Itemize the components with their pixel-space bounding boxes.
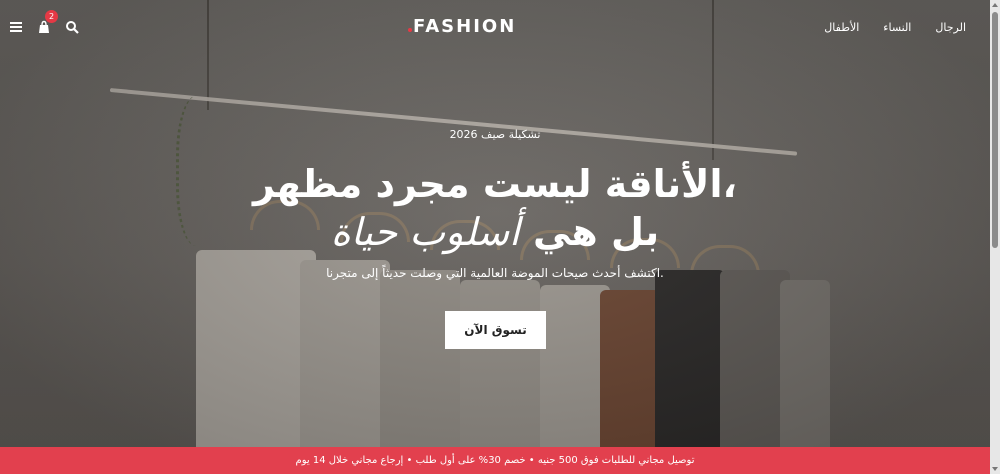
scroll-down-arrow-icon[interactable] bbox=[992, 467, 998, 471]
hero-title-line2-italic: أسلوب حياة bbox=[330, 210, 520, 254]
hero-title-line2: بل هي أسلوب حياة bbox=[0, 208, 990, 256]
shop-now-button[interactable]: تسوق الآن bbox=[445, 311, 546, 349]
promo-bar: توصيل مجاني للطلبات فوق 500 جنيه • خصم 3… bbox=[0, 447, 990, 474]
hero-title-line1: الأناقة ليست مجرد مظهر، bbox=[253, 162, 737, 206]
hero-content: تشكيلة صيف 2026 الأناقة ليست مجرد مظهر، … bbox=[0, 0, 990, 474]
promo-text: توصيل مجاني للطلبات فوق 500 جنيه • خصم 3… bbox=[295, 455, 695, 466]
scrollbar-thumb[interactable] bbox=[992, 12, 998, 248]
hero-title-line2-normal: بل هي bbox=[532, 210, 660, 254]
page-scrollbar[interactable] bbox=[990, 0, 1000, 474]
collection-label: تشكيلة صيف 2026 bbox=[449, 128, 541, 141]
hero-subtitle: اكتشف أحدث صيحات الموضة العالمية التي وص… bbox=[326, 266, 664, 280]
scroll-up-arrow-icon[interactable] bbox=[992, 3, 998, 7]
